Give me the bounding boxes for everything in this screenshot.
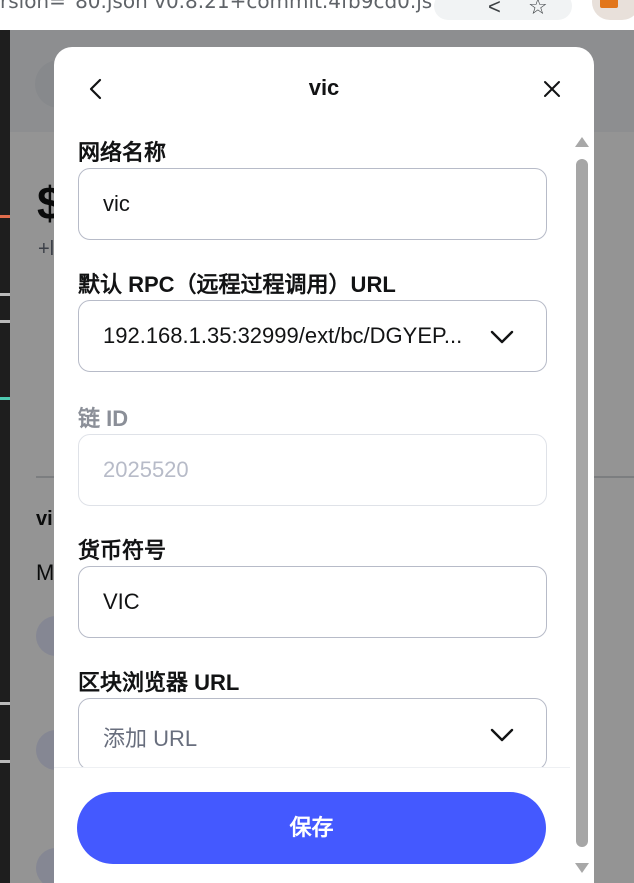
currency-symbol-value: VIC [103,589,140,614]
save-button[interactable]: 保存 [77,792,546,864]
edit-network-modal: vic 网络名称 vic 默认 RPC（远程过程调用）URL 192.168.1… [54,47,594,883]
network-form: 网络名称 vic 默认 RPC（远程过程调用）URL 192.168.1.35:… [54,131,594,767]
back-nav-icon[interactable]: < [488,0,501,20]
browser-toolbar: rsion="80.json v0.8.21+commit.4fb9cd0.js… [0,0,634,30]
block-explorer-placeholder: 添加 URL [103,726,198,751]
editor-mark [0,215,10,218]
currency-symbol-input[interactable]: VIC [78,566,547,638]
scroll-down-arrow-icon[interactable] [575,863,589,873]
close-button[interactable] [536,73,568,105]
editor-mark [0,760,10,763]
chevron-left-icon [89,78,102,100]
chain-id-input: 2025520 [78,434,547,506]
editor-mark [0,397,10,400]
currency-symbol-label: 货币符号 [78,538,167,563]
chevron-down-icon [490,330,514,344]
editor-mark [0,702,10,705]
chain-id-placeholder: 2025520 [103,457,189,482]
modal-title: vic [308,75,340,100]
network-name-label: 网络名称 [78,140,167,165]
rpc-url-dropdown[interactable]: 192.168.1.35:32999/ext/bc/DGYEP... [78,300,547,372]
toolbar-pill [434,0,572,20]
chevron-down-icon [490,728,514,742]
block-explorer-dropdown[interactable]: 添加 URL [78,698,547,767]
block-explorer-label: 区块浏览器 URL [78,670,240,695]
editor-mark [0,320,10,323]
modal-footer: 保存 [54,767,570,883]
chain-id-label: 链 ID [78,406,129,431]
fox-icon [600,0,618,8]
modal-header: vic [54,47,594,131]
editor-mark [0,293,10,296]
back-button[interactable] [80,73,112,105]
close-icon [544,81,560,97]
bookmark-star-icon[interactable]: ☆ [528,0,548,20]
scrollbar-thumb[interactable] [576,159,588,847]
network-name-input[interactable]: vic [78,168,547,240]
scrollbar[interactable] [570,137,594,883]
scroll-up-arrow-icon[interactable] [575,137,589,147]
rpc-url-label: 默认 RPC（远程过程调用）URL [78,272,396,297]
code-editor-strip [0,30,10,883]
network-name-value: vic [103,191,130,216]
rpc-url-value: 192.168.1.35:32999/ext/bc/DGYEP... [103,323,463,348]
url-fragment: rsion="80.json v0.8.21+commit.4fb9cd0.js [0,0,433,13]
